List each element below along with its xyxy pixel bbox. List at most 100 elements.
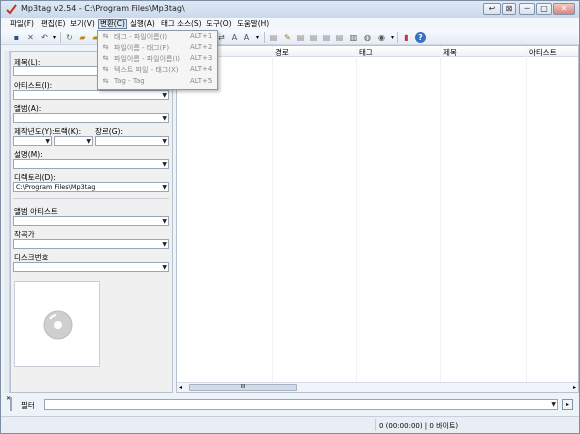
menu-file[interactable]: 파일(F) (10, 19, 34, 29)
playlist-icon[interactable]: ▤ (268, 32, 279, 43)
menu-item-label: 파일이름 - 태그(F) (114, 44, 170, 52)
menu-help[interactable]: 도움말(H) (237, 19, 269, 29)
paste-tag-icon[interactable]: ▤ (334, 32, 345, 43)
column-divider (272, 46, 273, 382)
scroll-thumb[interactable]: III (189, 384, 297, 391)
menu-item-shortcut: ALT+3 (190, 54, 213, 62)
maximize-button[interactable]: □ (536, 3, 552, 15)
menu-item-textfile-to-tag[interactable]: ⇆ 텍스트 파일 - 태그(X) ALT+4 (98, 64, 217, 75)
grip-icon (10, 397, 12, 411)
column-divider (526, 46, 527, 382)
chevron-down-icon[interactable]: ▼ (162, 91, 167, 100)
disc-number-field[interactable]: ▼ (13, 262, 169, 272)
restore-icon[interactable]: ↩ (483, 3, 501, 15)
case-convert-icon[interactable]: A (229, 32, 240, 43)
scroll-left-icon[interactable]: ◂ (179, 383, 182, 392)
chevron-down-icon[interactable]: ▼ (162, 217, 167, 226)
directory-field[interactable]: C:\Program Files\Mp3tag ▼ (13, 182, 169, 192)
tag-to-filename-icon: ⇆ (102, 32, 109, 40)
horizontal-scrollbar[interactable]: ◂ III ▸ (177, 382, 578, 392)
album-artist-field[interactable]: ▼ (13, 216, 169, 226)
minimize-button[interactable]: ─ (519, 3, 535, 15)
chevron-down-icon[interactable]: ▼ (162, 263, 167, 272)
filename-to-tag-icon: ⇆ (102, 43, 109, 51)
menu-item-shortcut: ALT+1 (190, 32, 213, 40)
menu-item-shortcut: ALT+2 (190, 43, 213, 51)
web-source-icon[interactable]: ◍ (362, 32, 373, 43)
column-tag[interactable]: 태그 (359, 47, 373, 58)
file-list[interactable]: 경로 태그 제목 아티스트 ◂ III ▸ (176, 45, 579, 393)
filter-go-button[interactable]: ▸ (562, 399, 573, 410)
tag-to-tag-icon: ⇆ (102, 77, 109, 85)
toggle-icon[interactable]: ⊠ (502, 3, 516, 15)
column-title[interactable]: 제목 (443, 47, 457, 58)
column-artist[interactable]: 아티스트 (529, 47, 557, 58)
menu-view[interactable]: 보기(V) (70, 19, 95, 29)
menu-item-tag-to-filename[interactable]: ⇆ 태그 - 파일이름(I) ALT+1 (98, 31, 217, 42)
chevron-down-icon[interactable]: ▼ (551, 400, 556, 409)
case-convert-small-icon[interactable]: A (241, 32, 252, 43)
chevron-down-icon[interactable]: ▼ (162, 160, 167, 169)
status-divider (375, 419, 376, 431)
options-icon[interactable]: ▮ (401, 32, 412, 43)
freedb-icon[interactable]: ◉ (376, 32, 387, 43)
open-folder-icon[interactable]: ▰ (77, 32, 88, 43)
genre-field[interactable]: ▼ (95, 136, 169, 146)
menu-item-label: Tag - Tag (114, 77, 145, 85)
toolbar-separator (264, 32, 265, 43)
chevron-down-icon[interactable]: ▼ (86, 137, 91, 146)
toolbar-separator (397, 32, 398, 43)
help-icon[interactable]: ? (415, 32, 426, 43)
import-icon[interactable]: ▤ (308, 32, 319, 43)
copy-tag-icon[interactable]: ▤ (321, 32, 332, 43)
chevron-down-icon[interactable]: ▼ (162, 240, 167, 249)
scroll-right-icon[interactable]: ▸ (573, 383, 576, 392)
status-bar: 0 (00:00:00) | 0 바이트) (1, 416, 579, 433)
menu-item-filename-to-filename[interactable]: ⇆ 파일이름 - 파일이름(I) ALT+3 (98, 53, 217, 64)
menu-tools[interactable]: 도구(O) (206, 19, 232, 29)
chevron-down-icon[interactable]: ▼ (162, 114, 167, 123)
menu-item-filename-to-tag[interactable]: ⇆ 파일이름 - 태그(F) ALT+2 (98, 42, 217, 53)
menu-bar: 파일(F) 편집(E) 보기(V) 변환(C) 실행(A) 태그 소스(S) 도… (1, 18, 579, 30)
track-field[interactable]: ▼ (54, 136, 93, 146)
toolbar: ▪ ✕ ↶ ▾ ↻ ▰ ▰ ⇄ A A ▾ ▤ ✎ ▤ ▤ ▤ ▤ ▥ ◍ ◉ … (1, 30, 579, 45)
edit-tag-icon[interactable]: ✎ (282, 32, 293, 43)
menu-convert[interactable]: 변환(C) (98, 19, 127, 29)
column-divider (356, 46, 357, 382)
column-path[interactable]: 경로 (275, 47, 289, 58)
delete-icon[interactable]: ✕ (25, 32, 36, 43)
year-field[interactable]: ▼ (13, 136, 52, 146)
menu-action[interactable]: 실행(A) (130, 19, 155, 29)
menu-tag-source[interactable]: 태그 소스(S) (161, 19, 202, 29)
filter-label: 필터 (21, 401, 35, 410)
menu-item-tag-to-tag[interactable]: ⇆ Tag - Tag ALT+5 (98, 76, 217, 87)
chevron-down-icon[interactable]: ▼ (45, 137, 50, 146)
save-icon[interactable]: ▪ (11, 32, 22, 43)
menu-item-shortcut: ALT+5 (190, 77, 213, 85)
export-icon[interactable]: ▤ (295, 32, 306, 43)
textfile-to-tag-icon: ⇆ (102, 65, 109, 73)
menu-edit[interactable]: 편집(E) (41, 19, 65, 29)
print-icon[interactable]: ▥ (348, 32, 359, 43)
cover-art[interactable] (14, 281, 100, 367)
undo-dropdown-icon[interactable]: ▾ (49, 32, 60, 43)
album-field[interactable]: ▼ (13, 113, 169, 123)
column-divider (440, 46, 441, 382)
divider (13, 198, 169, 199)
comment-field[interactable]: ▼ (13, 159, 169, 169)
close-button[interactable]: ✕ (553, 3, 575, 15)
case-dropdown-icon[interactable]: ▾ (252, 32, 263, 43)
filter-input[interactable]: ▼ (44, 399, 558, 410)
chevron-down-icon[interactable]: ▼ (162, 183, 167, 192)
toolbar-separator (60, 32, 61, 43)
refresh-icon[interactable]: ↻ (64, 32, 75, 43)
scroll-grip: III (240, 384, 246, 390)
composer-field[interactable]: ▼ (13, 239, 169, 249)
chevron-down-icon[interactable]: ▼ (162, 137, 167, 146)
window-title: Mp3tag v2.54 - C:\Program Files\Mp3tag\ (21, 4, 185, 13)
cd-icon (43, 310, 73, 340)
artist-field[interactable]: ▼ (13, 90, 169, 100)
filename-to-filename-icon: ⇆ (102, 54, 109, 62)
app-checkmark-icon (6, 4, 17, 15)
directory-value: C:\Program Files\Mp3tag (16, 183, 96, 191)
